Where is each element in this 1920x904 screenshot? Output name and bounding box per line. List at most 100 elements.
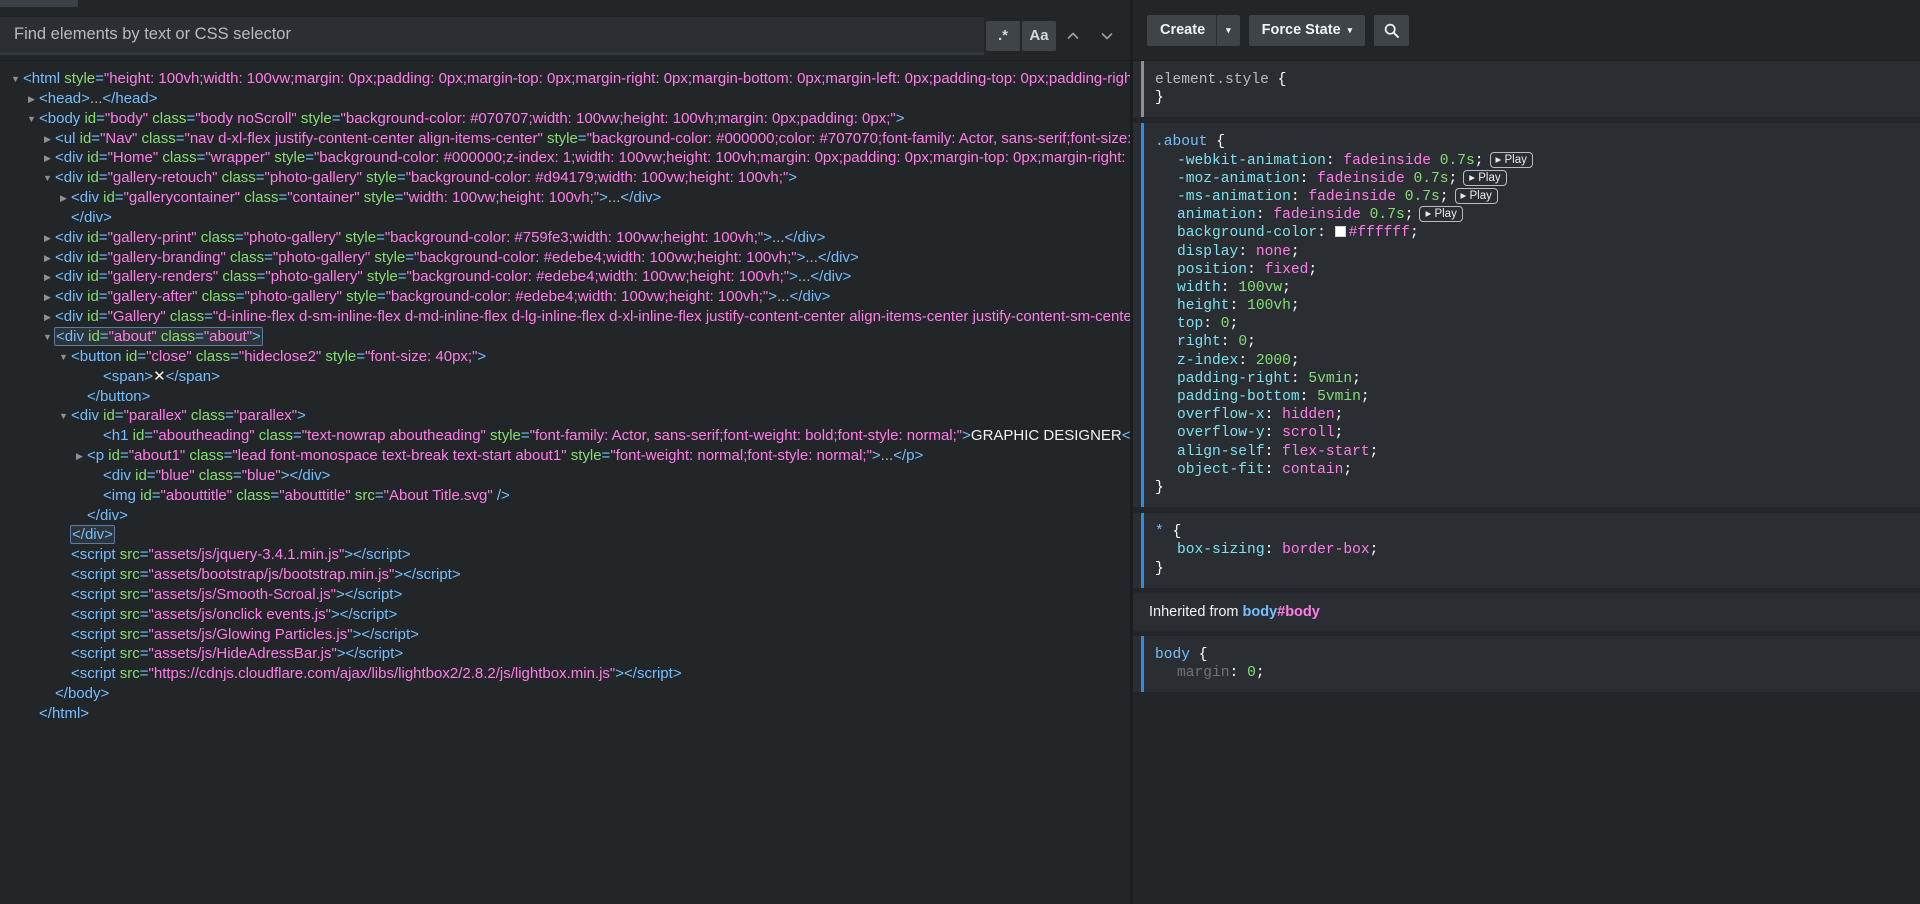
markup-node[interactable]: <head>...</head> [0, 89, 1130, 109]
twisty-expanded-icon[interactable] [24, 110, 39, 129]
markup-node[interactable]: <h1 id="aboutheading" class="text-nowrap… [0, 426, 1130, 446]
search-prev-button[interactable] [1056, 21, 1090, 51]
twisty-collapsed-icon[interactable] [40, 249, 55, 268]
css-property-name[interactable]: position [1177, 262, 1247, 278]
css-property-name[interactable]: -moz-animation [1177, 171, 1300, 187]
inherited-tag[interactable]: body [1243, 604, 1278, 620]
twisty-collapsed-icon[interactable] [72, 447, 87, 466]
css-property-value[interactable]: 0 [1247, 665, 1256, 681]
css-declaration[interactable]: width: 100vw; [1149, 279, 1920, 297]
css-property-name[interactable]: -ms-animation [1177, 189, 1291, 205]
css-property-value[interactable]: fadeinside [1343, 153, 1431, 169]
css-selector[interactable]: body { [1149, 646, 1920, 664]
css-property-value[interactable]: 100vw [1238, 280, 1282, 296]
css-property-value[interactable]: 5vmin [1317, 389, 1361, 405]
markup-node[interactable]: <p id="about1" class="lead font-monospac… [0, 446, 1130, 466]
css-declaration[interactable]: z-index: 2000; [1149, 352, 1920, 370]
markup-node[interactable]: <img id="abouttitle" class="abouttitle" … [0, 486, 1130, 506]
markup-node[interactable]: <div id="gallery-retouch" class="photo-g… [0, 168, 1130, 188]
twisty-expanded-icon[interactable] [8, 70, 23, 89]
css-property-name[interactable]: -webkit-animation [1177, 153, 1326, 169]
markup-node[interactable]: <div id="Gallery" class="d-inline-flex d… [0, 307, 1130, 327]
twisty-collapsed-icon[interactable] [40, 229, 55, 248]
animation-play-button[interactable]: ▸ Play [1489, 151, 1533, 168]
css-declaration[interactable]: box-sizing: border-box; [1149, 541, 1920, 559]
css-property-name[interactable]: padding-right [1177, 371, 1291, 387]
markup-node[interactable]: <ul id="Nav" class="nav d-xl-flex justif… [0, 129, 1130, 149]
markup-node[interactable]: </div> [0, 525, 1130, 545]
css-property-name[interactable]: z-index [1177, 353, 1238, 369]
css-declaration[interactable]: overflow-x: hidden; [1149, 406, 1920, 424]
css-property-name[interactable]: display [1177, 244, 1238, 260]
css-rule[interactable]: body {margin: 0; [1133, 635, 1920, 693]
css-property-value[interactable]: fadeinside [1273, 207, 1361, 223]
markup-node[interactable]: <div id="Home" class="wrapper" style="ba… [0, 148, 1130, 168]
css-rule[interactable]: element.style {} [1133, 61, 1920, 118]
css-property-name[interactable]: top [1177, 316, 1203, 332]
markup-node[interactable]: <script src="assets/js/Smooth-Scroal.js"… [0, 585, 1130, 605]
markup-node[interactable]: <script src="assets/js/HideAdressBar.js"… [0, 644, 1130, 664]
markup-node[interactable]: <div id="gallery-after" class="photo-gal… [0, 287, 1130, 307]
css-rule[interactable]: * {box-sizing: border-box;} [1133, 513, 1920, 588]
animation-play-button[interactable]: ▸ Play [1463, 169, 1507, 186]
css-property-value[interactable]: flex-start [1282, 444, 1370, 460]
twisty-collapsed-icon[interactable] [56, 189, 71, 208]
css-selector[interactable]: .about { [1149, 133, 1920, 151]
markup-node[interactable]: <script src="assets/js/Glowing Particles… [0, 625, 1130, 645]
css-property-name[interactable]: overflow-x [1177, 407, 1265, 423]
markup-node[interactable]: <html style="height: 100vh;width: 100vw;… [0, 69, 1130, 89]
twisty-expanded-icon[interactable] [56, 348, 71, 367]
create-button[interactable]: Create [1147, 14, 1217, 46]
css-property-name[interactable]: margin [1177, 665, 1230, 681]
css-declaration[interactable]: align-self: flex-start; [1149, 443, 1920, 461]
search-next-button[interactable] [1090, 21, 1124, 51]
twisty-collapsed-icon[interactable] [40, 288, 55, 307]
twisty-collapsed-icon[interactable] [40, 130, 55, 149]
css-property-value[interactable]: border-box [1282, 542, 1370, 558]
markup-node[interactable]: <div id="blue" class="blue"></div> [0, 466, 1130, 486]
css-declaration[interactable]: animation: fadeinside 0.7s; ▸ Play [1149, 206, 1920, 224]
markup-node[interactable]: </body> [0, 684, 1130, 704]
css-selector[interactable]: * { [1149, 523, 1920, 541]
markup-node[interactable]: <button id="close" class="hideclose2" st… [0, 347, 1130, 367]
css-declaration[interactable]: right: 0; [1149, 333, 1920, 351]
markup-node[interactable]: </div> [0, 208, 1130, 228]
twisty-expanded-icon[interactable] [40, 328, 55, 347]
css-declaration[interactable]: object-fit: contain; [1149, 461, 1920, 479]
css-property-value[interactable]: fadeinside [1317, 171, 1405, 187]
css-declaration[interactable]: background-color: #ffffff; [1149, 224, 1920, 242]
markup-node[interactable]: <div id="gallery-renders" class="photo-g… [0, 267, 1130, 287]
css-declaration[interactable]: margin: 0; [1149, 664, 1920, 682]
markup-node[interactable]: <body id="body" class="body noScroll" st… [0, 109, 1130, 129]
markup-node[interactable]: <div id="gallerycontainer" class="contai… [0, 188, 1130, 208]
css-property-value[interactable]: 0.7s [1396, 189, 1440, 205]
markup-node[interactable]: <div id="gallery-print" class="photo-gal… [0, 228, 1130, 248]
css-declaration[interactable]: overflow-y: scroll; [1149, 424, 1920, 442]
css-property-name[interactable]: padding-bottom [1177, 389, 1300, 405]
css-declaration[interactable]: padding-bottom: 5vmin; [1149, 388, 1920, 406]
twisty-expanded-icon[interactable] [40, 169, 55, 188]
css-property-name[interactable]: box-sizing [1177, 542, 1265, 558]
markup-node[interactable]: </button> [0, 387, 1130, 407]
css-property-value[interactable]: 0.7s [1405, 171, 1448, 187]
css-property-name[interactable]: animation [1177, 207, 1256, 223]
twisty-collapsed-icon[interactable] [40, 308, 55, 327]
rules-search-button[interactable] [1374, 14, 1410, 46]
css-property-name[interactable]: width [1177, 280, 1221, 296]
css-rules-list[interactable]: element.style {} .about { -webkit-animatio… [1133, 61, 1920, 904]
css-property-value[interactable]: 0.7s [1431, 153, 1475, 169]
css-declaration[interactable]: -moz-animation: fadeinside 0.7s; ▸ Play [1149, 169, 1920, 188]
css-declaration[interactable]: height: 100vh; [1149, 297, 1920, 315]
twisty-expanded-icon[interactable] [56, 407, 71, 426]
search-input[interactable] [12, 24, 984, 45]
css-property-name[interactable]: align-self [1177, 444, 1265, 460]
markup-node[interactable]: <script src="https://cdnjs.cloudflare.co… [0, 664, 1130, 684]
animation-play-button[interactable]: ▸ Play [1419, 206, 1463, 223]
css-declaration[interactable]: top: 0; [1149, 315, 1920, 333]
inherited-id[interactable]: #body [1277, 604, 1320, 620]
css-property-value[interactable]: contain [1282, 462, 1343, 478]
css-property-value[interactable]: 0 [1238, 334, 1247, 350]
css-property-name[interactable]: right [1177, 334, 1221, 350]
css-property-value[interactable]: 2000 [1256, 353, 1291, 369]
css-property-name[interactable]: height [1177, 298, 1230, 314]
